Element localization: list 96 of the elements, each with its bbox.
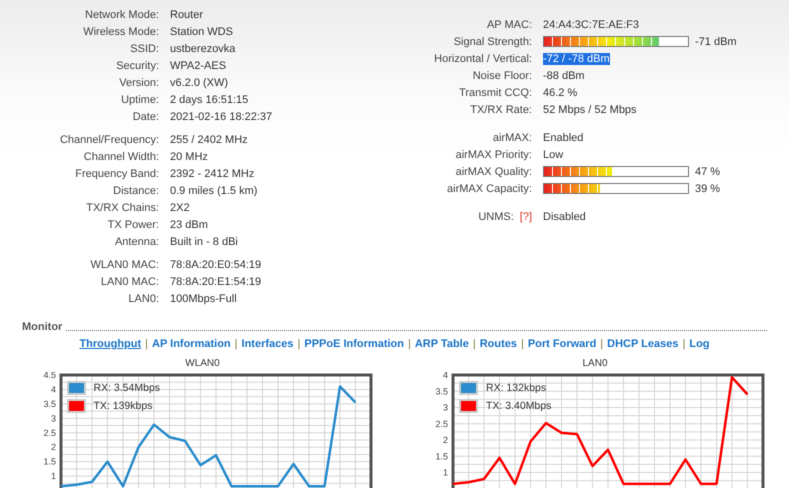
field-label: Noise Floor: xyxy=(472,70,532,82)
field-value: Disabled xyxy=(543,210,586,222)
tab-separator: | xyxy=(234,338,238,350)
axis-tick-label: 1.5 xyxy=(435,451,448,462)
field-value: 0.9 miles (1.5 km) xyxy=(170,184,258,196)
field-value: 78:8A:20:E0:54:19 xyxy=(170,258,262,270)
field-value: 52 Mbps / 52 Mbps xyxy=(543,104,637,116)
field-value: -72 / -78 dBm xyxy=(543,52,610,64)
field-label: Channel Width: xyxy=(84,150,159,162)
field-label: Transmit CCQ: xyxy=(459,86,532,98)
tab-link[interactable]: ARP Table xyxy=(414,338,469,350)
field-label: airMAX Priority: xyxy=(456,148,532,160)
field-value: 20 MHz xyxy=(170,150,208,162)
axis-tick-label: 1 xyxy=(50,471,56,482)
field-value: 24:A4:3C:7E:AE:F3 xyxy=(543,18,639,30)
field-value: 46.2 % xyxy=(543,86,578,98)
field-label: airMAX Capacity: xyxy=(447,182,532,194)
axis-tick-label: 1.5 xyxy=(42,456,56,467)
field-label: Network Mode: xyxy=(85,8,159,20)
field-label: WLAN0 MAC: xyxy=(90,258,159,270)
field-label: UNMS: xyxy=(478,210,514,222)
field-value: WPA2-AES xyxy=(170,60,226,72)
chart-title: LAN0 xyxy=(582,358,608,369)
section-title: Monitor xyxy=(22,321,62,333)
tab-separator: | xyxy=(298,338,300,350)
field-label: Frequency Band: xyxy=(75,168,159,180)
field-value: 2021-02-16 18:22:37 xyxy=(170,110,272,122)
axis-tick-label: 2.5 xyxy=(435,418,448,429)
field-value: Enabled xyxy=(543,132,584,144)
field-label: Uptime: xyxy=(121,94,159,106)
help-link[interactable]: [?] xyxy=(520,210,532,222)
field-value: -71 dBm xyxy=(695,36,737,48)
tab-separator: | xyxy=(472,338,476,350)
field-label: Version: xyxy=(119,76,159,88)
axis-tick-label: 4 xyxy=(442,372,448,380)
legend-label: TX: 3.40Mbps xyxy=(486,400,552,412)
field-label: TX/RX Rate: xyxy=(470,104,532,116)
field-label: Signal Strength: xyxy=(454,36,532,48)
tab-link[interactable]: Port Forward xyxy=(528,338,596,350)
field-label: TX/RX Chains: xyxy=(86,202,159,214)
field-value: Low xyxy=(543,148,564,160)
field-value: Built in - 8 dBi xyxy=(170,236,238,248)
axis-tick-label: 4 xyxy=(50,384,56,394)
field-label: LAN0: xyxy=(128,292,159,304)
tab-link[interactable]: AP Information xyxy=(152,338,231,350)
field-label: SSID: xyxy=(130,42,159,54)
axis-tick-label: 3 xyxy=(442,402,448,412)
field-label: Wireless Mode: xyxy=(83,26,159,38)
field-value: Router xyxy=(170,8,204,20)
field-value: 255 / 2402 MHz xyxy=(170,134,248,146)
field-value: 23 dBm xyxy=(170,218,208,230)
axis-tick-label: 2 xyxy=(50,442,56,452)
legend-label: RX: 132kbps xyxy=(486,382,546,394)
field-label: Distance: xyxy=(113,184,159,196)
field-label: TX Power: xyxy=(108,218,159,230)
axis-tick-label: 2 xyxy=(442,435,448,445)
field-label: Date: xyxy=(132,110,159,122)
chart-title: WLAN0 xyxy=(185,358,220,369)
field-label: AP MAC: xyxy=(486,18,532,30)
field-label: airMAX: xyxy=(492,132,532,144)
field-label: Channel/Frequency: xyxy=(60,134,159,146)
legend-label: RX: 3.54Mbps xyxy=(94,382,160,394)
tab-separator: | xyxy=(600,338,604,350)
field-value: 78:8A:20:E1:54:19 xyxy=(170,276,262,288)
field-label: Antenna: xyxy=(114,236,159,248)
axis-tick-label: 3.5 xyxy=(42,398,56,409)
tab-separator: | xyxy=(408,338,411,350)
axis-tick-label: 4.5 xyxy=(42,372,56,380)
field-value: 47 % xyxy=(695,166,720,178)
axis-tick-label: 3.5 xyxy=(435,386,448,396)
field-value: Station WDS xyxy=(170,26,233,38)
tab-link[interactable]: Throughput xyxy=(79,338,142,350)
axis-tick-label: 1 xyxy=(442,468,448,478)
tab-separator: | xyxy=(145,338,148,350)
axis-tick-label: 3 xyxy=(50,413,56,424)
field-value: 2X2 xyxy=(170,202,190,214)
field-value: 100Mbps-Full xyxy=(170,292,237,304)
field-value: 2 days 16:51:15 xyxy=(170,94,248,106)
field-label: LAN0 MAC: xyxy=(100,276,159,288)
field-label: Horizontal / Vertical: xyxy=(434,52,532,64)
tab-separator: | xyxy=(682,338,686,350)
tab-link[interactable]: Log xyxy=(689,338,710,350)
tab-link[interactable]: Interfaces xyxy=(242,338,294,350)
tab-link[interactable]: PPPoE Information xyxy=(304,338,404,350)
field-label: airMAX Quality: xyxy=(456,166,532,178)
field-value: 39 % xyxy=(695,182,720,194)
field-value: -88 dBm xyxy=(543,70,585,82)
field-value: v6.2.0 (XW) xyxy=(170,76,228,88)
field-value: 2392 - 2412 MHz xyxy=(170,168,254,180)
field-value: ustberezovka xyxy=(170,42,236,54)
axis-tick-label: 2.5 xyxy=(42,428,56,438)
tab-link[interactable]: Routes xyxy=(480,338,517,350)
legend-label: TX: 139kbps xyxy=(94,400,152,412)
field-label: Security: xyxy=(116,60,159,72)
tab-link[interactable]: DHCP Leases xyxy=(607,338,678,350)
tab-separator: | xyxy=(520,338,524,350)
